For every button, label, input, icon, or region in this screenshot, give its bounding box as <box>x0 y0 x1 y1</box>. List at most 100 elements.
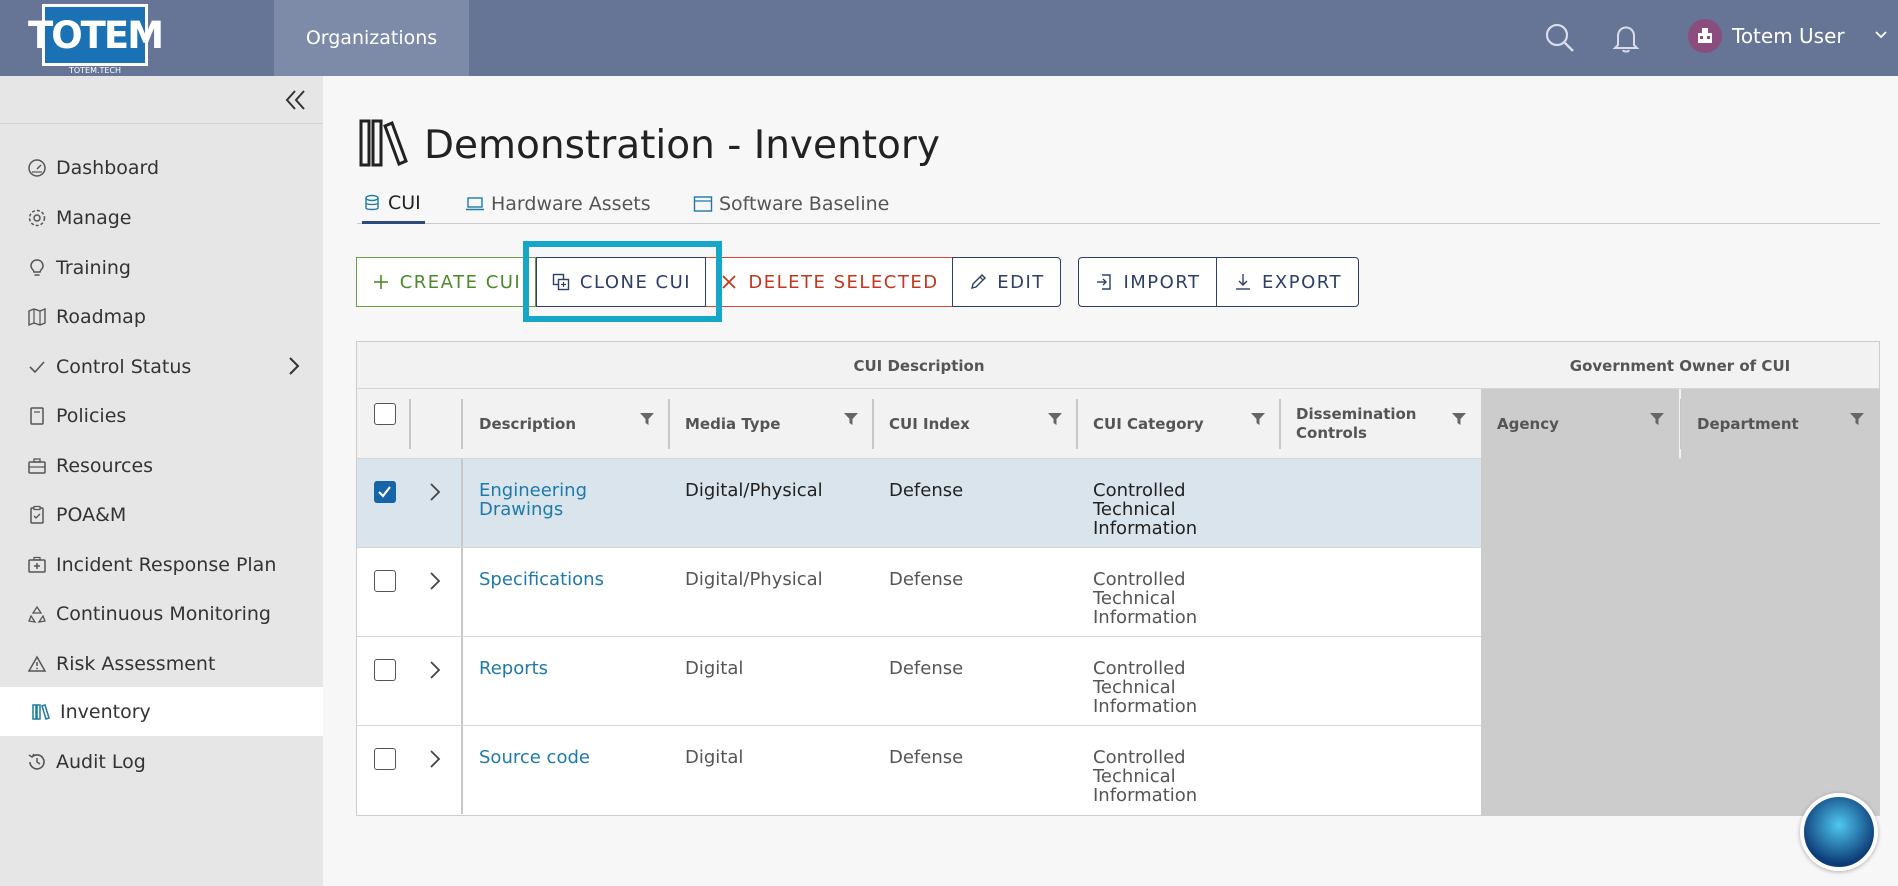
sidebar-divider <box>0 123 323 124</box>
clipboard-icon <box>26 504 48 526</box>
filter-icon[interactable] <box>639 411 655 427</box>
cell-description[interactable]: Engineering Drawings <box>479 481 599 519</box>
tab-software-baseline[interactable]: Software Baseline <box>693 184 889 224</box>
cui-table: CUI Description Government Owner of CUI … <box>356 341 1880 816</box>
cell-description[interactable]: Source code <box>479 748 590 767</box>
cell-cui-index: Defense <box>889 747 964 768</box>
header-dissemination-controls[interactable]: Dissemination Controls <box>1280 389 1481 459</box>
filter-icon[interactable] <box>1047 411 1063 427</box>
collapse-sidebar-icon[interactable] <box>282 86 310 114</box>
user-menu[interactable]: Totem User <box>1688 16 1845 56</box>
pencil-icon <box>968 272 988 292</box>
tab-hardware-assets[interactable]: Hardware Assets <box>465 184 651 224</box>
sidebar-item-roadmap[interactable]: Roadmap <box>0 292 323 341</box>
user-name: Totem User <box>1732 24 1845 48</box>
row-checkbox[interactable] <box>374 748 396 770</box>
button-label: EDIT <box>997 271 1045 293</box>
chevron-right-icon[interactable] <box>427 659 443 681</box>
filter-icon[interactable] <box>1649 411 1665 427</box>
books-icon <box>358 117 410 173</box>
table-row[interactable]: Source code Digital Defense Controlled T… <box>357 726 1481 815</box>
row-checkbox[interactable] <box>374 481 396 503</box>
row-checkbox[interactable] <box>374 659 396 681</box>
sidebar-item-label: Roadmap <box>56 305 146 328</box>
edit-button[interactable]: EDIT <box>952 257 1061 307</box>
button-label: EXPORT <box>1262 271 1342 293</box>
column-group-row: CUI Description Government Owner of CUI <box>357 342 1879 389</box>
gauge-icon <box>26 157 48 179</box>
header-label: Dissemination Controls <box>1296 405 1417 442</box>
cell-cui-index: Defense <box>889 569 964 590</box>
header-cui-index[interactable]: CUI Index <box>873 389 1077 459</box>
create-cui-button[interactable]: CREATE CUI <box>356 257 536 307</box>
filter-icon[interactable] <box>1250 411 1266 427</box>
cell-description[interactable]: Specifications <box>479 570 604 589</box>
nav-organizations[interactable]: Organizations <box>274 0 469 76</box>
header-label: Agency <box>1497 415 1559 433</box>
cell-cui-category: Controlled Technical Information <box>1093 480 1198 539</box>
group-government-owner: Government Owner of CUI <box>1569 356 1791 375</box>
tab-cui[interactable]: CUI <box>362 184 425 224</box>
clone-button-highlight <box>523 241 722 322</box>
header-agency[interactable]: Agency <box>1481 389 1679 459</box>
sidebar-item-dashboard[interactable]: Dashboard <box>0 143 323 192</box>
sidebar-item-manage[interactable]: Manage <box>0 193 323 242</box>
header-description[interactable]: Description <box>463 389 669 459</box>
totem-logo[interactable]: TOTEM TOTEM.TECH <box>28 4 164 75</box>
row-divider <box>461 726 463 814</box>
row-divider <box>461 637 463 725</box>
delete-selected-button[interactable]: DELETE SELECTED <box>706 257 953 307</box>
recycle-icon <box>26 603 48 625</box>
sidebar-item-resources[interactable]: Resources <box>0 441 323 490</box>
table-row[interactable]: Engineering Drawings Digital/Physical De… <box>357 459 1481 548</box>
logo-subtext: TOTEM.TECH <box>68 66 122 75</box>
sidebar-item-continuous-monitoring[interactable]: Continuous Monitoring <box>0 589 323 638</box>
filter-icon[interactable] <box>1849 411 1865 427</box>
sidebar-item-inventory[interactable]: Inventory <box>0 687 323 736</box>
export-button[interactable]: EXPORT <box>1216 257 1359 307</box>
tab-label: CUI <box>388 191 421 214</box>
sidebar-item-label: Policies <box>56 404 127 427</box>
cell-cui-category: Controlled Technical Information <box>1093 658 1198 717</box>
table-header: Description Media Type CUI Index CUI Cat… <box>357 389 1879 459</box>
sidebar-item-label: Training <box>56 256 131 279</box>
chevron-down-icon[interactable] <box>1872 24 1890 44</box>
filter-icon[interactable] <box>843 411 859 427</box>
avatar <box>1688 19 1722 53</box>
search-icon[interactable] <box>1540 18 1580 58</box>
select-all-checkbox[interactable] <box>374 403 396 425</box>
chevron-right-icon[interactable] <box>427 570 443 592</box>
books-icon <box>30 701 52 723</box>
cell-description[interactable]: Reports <box>479 659 548 678</box>
sidebar-item-incident-response-plan[interactable]: Incident Response Plan <box>0 540 323 589</box>
filter-icon[interactable] <box>1451 411 1467 427</box>
chevron-right-icon[interactable] <box>427 748 443 770</box>
cell-media-type: Digital/Physical <box>685 480 823 501</box>
chevron-right-icon[interactable] <box>427 481 443 503</box>
row-checkbox[interactable] <box>374 570 396 592</box>
sidebar-item-audit-log[interactable]: Audit Log <box>0 737 323 786</box>
cell-media-type: Digital/Physical <box>685 569 823 590</box>
plus-icon <box>371 272 391 292</box>
sidebar-item-poam[interactable]: POA&M <box>0 490 323 539</box>
sidebar-item-label: Audit Log <box>56 750 146 773</box>
header-label: Department <box>1697 415 1799 433</box>
bell-icon[interactable] <box>1606 18 1646 58</box>
lightbulb-icon <box>26 257 48 279</box>
sidebar-item-label: Incident Response Plan <box>56 553 277 576</box>
sidebar-item-control-status[interactable]: Control Status <box>0 342 323 391</box>
sidebar-item-training[interactable]: Training <box>0 243 323 292</box>
assistant-chat-bubble[interactable] <box>1800 793 1878 871</box>
sidebar-item-policies[interactable]: Policies <box>0 391 323 440</box>
table-row[interactable]: Reports Digital Defense Controlled Techn… <box>357 637 1481 726</box>
header-media-type[interactable]: Media Type <box>669 389 873 459</box>
tab-label: Software Baseline <box>719 193 890 215</box>
table-row[interactable]: Specifications Digital/Physical Defense … <box>357 548 1481 637</box>
sidebar-item-risk-assessment[interactable]: Risk Assessment <box>0 639 323 688</box>
header-department[interactable]: Department <box>1681 389 1879 459</box>
history-icon <box>26 751 48 773</box>
chevron-right-icon[interactable] <box>286 355 302 377</box>
cell-cui-index: Defense <box>889 480 964 501</box>
header-cui-category[interactable]: CUI Category <box>1077 389 1280 459</box>
import-button[interactable]: IMPORT <box>1078 257 1217 307</box>
